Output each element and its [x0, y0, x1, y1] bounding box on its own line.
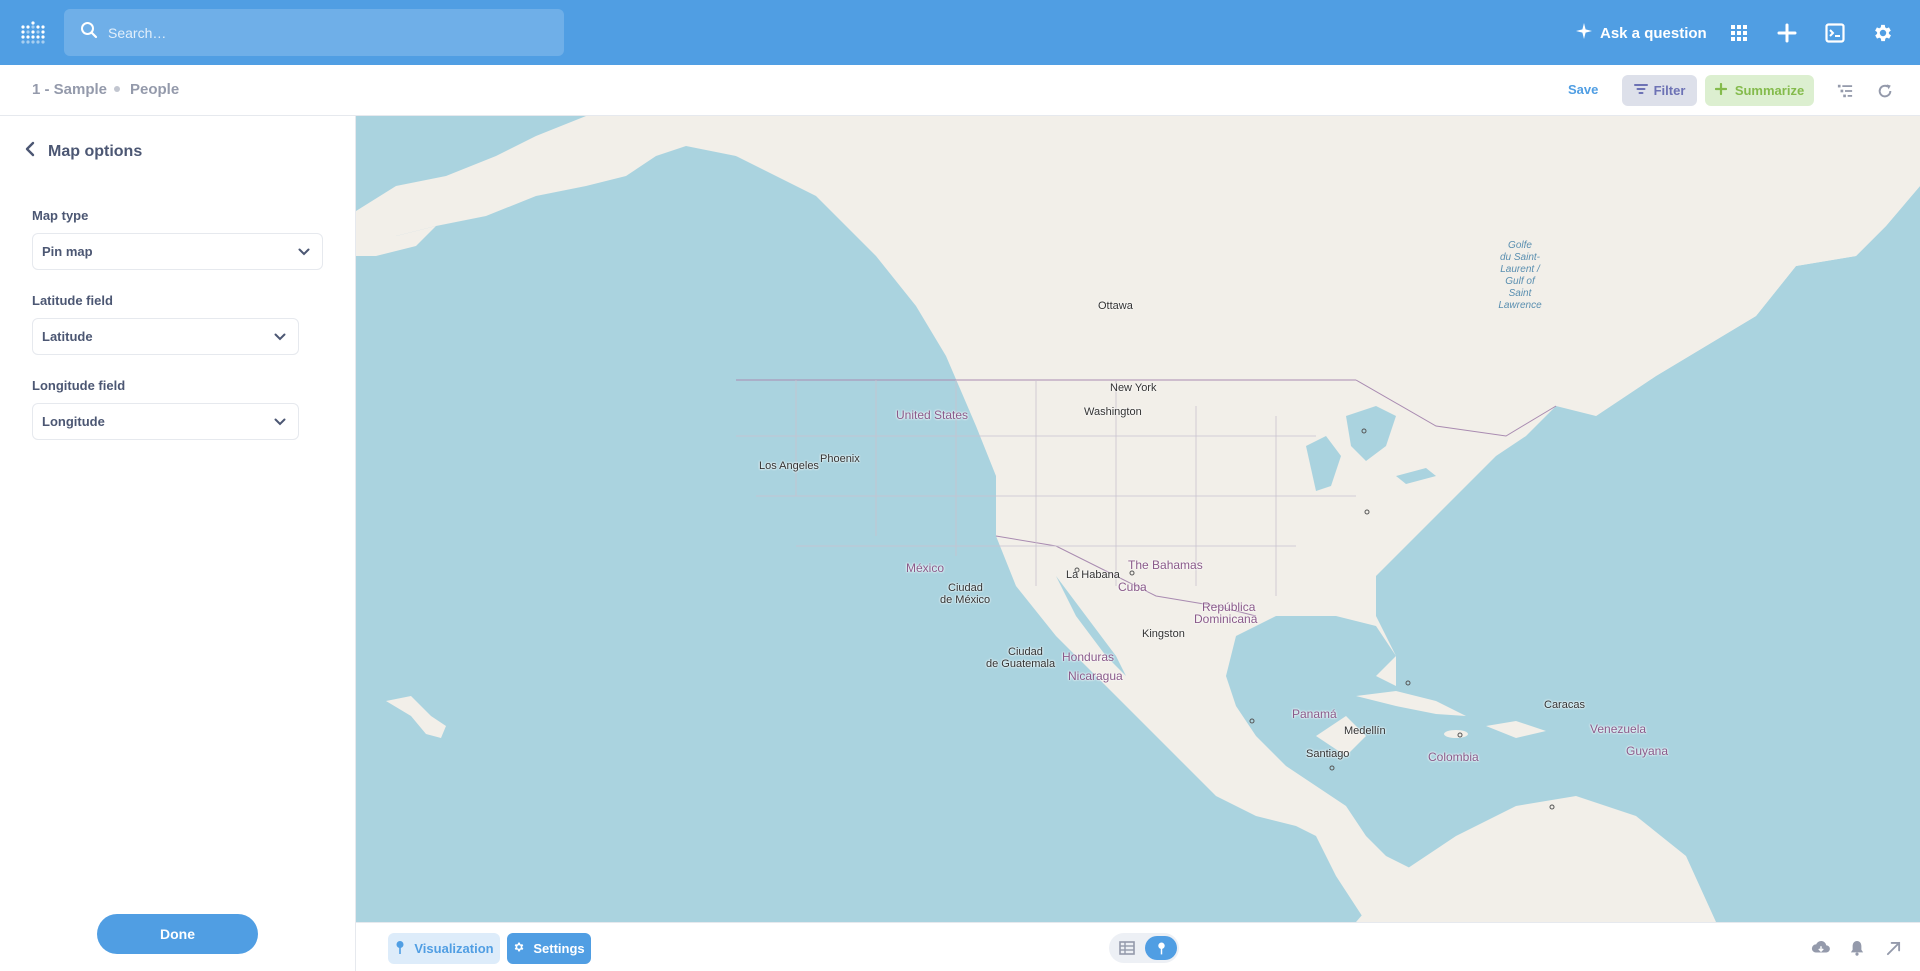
- map-label-phoenix: Phoenix: [820, 453, 860, 465]
- map-label-venezuela: Venezuela: [1590, 722, 1647, 736]
- map-label-guatemala-1: Ciudad: [1008, 646, 1043, 658]
- bell-icon[interactable]: [1846, 937, 1868, 959]
- settings-label: Settings: [533, 941, 585, 956]
- map-options-sidebar: Map options Map type Pin map Latitude fi…: [0, 116, 356, 971]
- save-button[interactable]: Save: [1568, 82, 1598, 97]
- gear-icon[interactable]: [1870, 20, 1896, 46]
- longitude-field-select[interactable]: Longitude: [32, 403, 299, 440]
- chevron-left-icon: [24, 141, 48, 162]
- map-label-ottawa: Ottawa: [1098, 300, 1133, 312]
- filter-label: Filter: [1653, 83, 1686, 98]
- golfe-line: Saint: [1508, 288, 1532, 299]
- map-view-pin-icon[interactable]: [1145, 936, 1177, 960]
- expand-icon[interactable]: [1882, 937, 1904, 959]
- map-label-guyana: Guyana: [1626, 744, 1669, 758]
- visualization-label: Visualization: [414, 941, 494, 956]
- longitude-field-value: Longitude: [42, 414, 105, 429]
- golfe-line: Lawrence: [1498, 300, 1542, 311]
- sparkle-icon: [1576, 23, 1600, 43]
- plus-icon: [1714, 82, 1735, 98]
- plus-icon[interactable]: [1774, 20, 1800, 46]
- sql-editor-icon[interactable]: [1822, 20, 1848, 46]
- chevron-down-icon: [274, 333, 286, 340]
- filter-icon: [1633, 83, 1654, 98]
- top-navigation: Search… Ask a question: [0, 0, 1920, 65]
- summarize-button[interactable]: Summarize: [1705, 75, 1814, 106]
- map-label-caracas: Caracas: [1544, 699, 1585, 711]
- latitude-field-value: Latitude: [42, 329, 93, 344]
- refresh-icon[interactable]: [1874, 80, 1896, 102]
- golfe-line: Golfe: [1508, 240, 1532, 251]
- view-toggle: [1109, 933, 1179, 963]
- summarize-label: Summarize: [1734, 83, 1805, 98]
- map-label-kingston: Kingston: [1142, 628, 1185, 640]
- map-label-the-bahamas: The Bahamas: [1128, 558, 1203, 572]
- gear-icon: [513, 940, 533, 957]
- filter-button[interactable]: Filter: [1622, 75, 1697, 106]
- chevron-down-icon: [274, 418, 286, 425]
- breadcrumb-separator: [114, 86, 120, 92]
- map-label-ciudad-mexico-1: Ciudad: [948, 582, 983, 594]
- download-icon[interactable]: [1810, 937, 1832, 959]
- metabase-logo-icon[interactable]: [20, 20, 46, 46]
- map-tiles: [356, 116, 1920, 922]
- map-label-mexico: México: [906, 561, 945, 575]
- map-label-new-york: New York: [1110, 382, 1157, 394]
- search-icon: [80, 21, 98, 44]
- map-type-value: Pin map: [42, 244, 93, 259]
- visualization-button[interactable]: Visualization: [388, 933, 500, 964]
- breadcrumb-table[interactable]: People: [130, 81, 179, 98]
- settings-button[interactable]: Settings: [507, 933, 591, 964]
- ask-label: Ask a question: [1600, 24, 1707, 42]
- map-label-colombia: Colombia: [1428, 750, 1479, 764]
- latitude-field-select[interactable]: Latitude: [32, 318, 299, 355]
- search-input[interactable]: Search…: [64, 9, 564, 56]
- map-label-guatemala-2: de Guatemala: [986, 658, 1056, 670]
- back-button[interactable]: Map options: [24, 141, 142, 162]
- latitude-field-label: Latitude field: [32, 293, 113, 308]
- map-label-los-angeles: Los Angeles: [759, 460, 819, 472]
- golfe-line: Gulf of: [1505, 276, 1535, 287]
- map-label-united-states: United States: [896, 408, 969, 422]
- map-type-label: Map type: [32, 208, 89, 223]
- search-placeholder: Search…: [108, 24, 167, 41]
- pin-map[interactable]: Ottawa New York Washington United States…: [356, 116, 1920, 922]
- done-button[interactable]: Done: [97, 914, 258, 954]
- longitude-field-label: Longitude field: [32, 378, 126, 393]
- view-footer: Visualization Settings: [356, 922, 1920, 971]
- map-type-select[interactable]: Pin map: [32, 233, 323, 270]
- grid-icon[interactable]: [1726, 20, 1752, 46]
- map-label-medellin: Medellín: [1344, 725, 1386, 737]
- map-label-golfe-saint-laurent: Golfe du Saint- Laurent / Gulf of Saint …: [1496, 240, 1544, 312]
- map-label-ciudad-mexico-2: de México: [940, 594, 991, 606]
- sidebar-title: Map options: [48, 142, 143, 160]
- notebook-editor-icon[interactable]: [1834, 80, 1856, 102]
- map-label-la-habana: La Habana: [1066, 569, 1120, 581]
- table-view-icon[interactable]: [1118, 939, 1136, 957]
- map-label-republica-2: Dominicana: [1194, 612, 1258, 626]
- map-label-washington: Washington: [1084, 406, 1142, 418]
- breadcrumb-database[interactable]: 1 - Sample: [32, 81, 107, 98]
- map-label-nicaragua: Nicaragua: [1068, 669, 1123, 683]
- golfe-line: du Saint-: [1499, 252, 1541, 263]
- map-label-honduras: Honduras: [1062, 650, 1115, 664]
- map-label-cuba: Cuba: [1118, 580, 1147, 594]
- golfe-line: Laurent /: [1500, 264, 1540, 275]
- map-label-panama: Panamá: [1292, 707, 1337, 721]
- map-label-santiago: Santiago: [1306, 748, 1350, 760]
- chevron-down-icon: [298, 248, 310, 255]
- ask-a-question-button[interactable]: Ask a question: [1576, 20, 1707, 46]
- pin-icon: [394, 940, 414, 957]
